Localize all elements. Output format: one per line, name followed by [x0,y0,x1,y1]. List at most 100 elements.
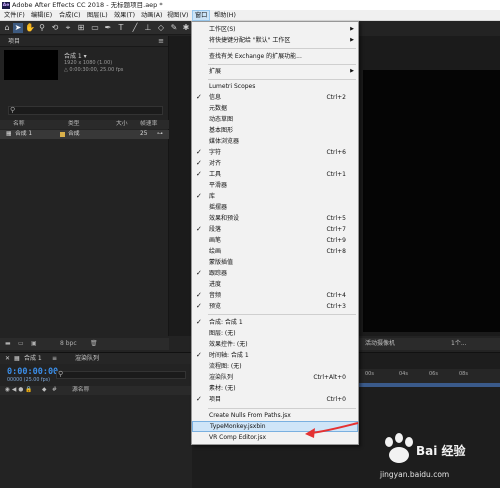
rotate-tool-icon[interactable]: ⟲ [50,23,60,33]
hand-tool-icon[interactable]: ✋ [25,23,35,33]
roto-brush-tool-icon[interactable]: ✎ [169,23,179,33]
ruler-tick: 08s [459,371,468,377]
interpret-footage-icon[interactable]: ▬ [5,338,11,350]
tab-render-queue[interactable]: 渲染队列 [75,353,99,364]
menu-item-tracker[interactable]: ✓ 跟踪器 [192,268,358,279]
menu-item-lumetri-scopes[interactable]: Lumetri Scopes [192,81,358,92]
tab-comp-1[interactable]: 合成 1 [24,353,42,364]
menu-item-find-extensions[interactable]: 查找有关 Exchange 的扩展功能... [192,51,358,62]
brush-tool-icon[interactable]: ╱ [130,23,140,33]
menu-item-align[interactable]: ✓ 对齐 [192,158,358,169]
check-icon: ✓ [196,148,202,156]
rectangle-tool-icon[interactable]: ▭ [90,23,100,33]
timeline-search-input[interactable]: ⚲ [56,370,186,379]
menu-item-project[interactable]: ✓ 项目 Ctrl+0 [192,394,358,405]
menu-item-footage[interactable]: 素材: (无) [192,383,358,394]
menu-item-assign-shortcut[interactable]: 将快捷键分配给 "默认" 工作区 ▶ [192,35,358,46]
menu-effect[interactable]: 效果(T) [112,10,137,21]
menu-item-smoother[interactable]: 平滑器 [192,180,358,191]
clone-stamp-tool-icon[interactable]: ⊥ [143,23,153,33]
comp-name[interactable]: 合成 1 ▾ [64,51,87,60]
zoom-tool-icon[interactable]: ⚲ [37,23,47,33]
menu-item-paint[interactable]: 绘画 Ctrl+8 [192,246,358,257]
project-panel-tab[interactable]: 项目 ≡ [0,36,168,47]
menu-item-mask-interpolation[interactable]: 蒙版插值 [192,257,358,268]
column-size[interactable]: 大小 [116,120,128,129]
menu-item-layer[interactable]: 图层: (无) [192,328,358,339]
camera-tool-icon[interactable]: ⌖ [63,23,73,33]
menu-item-essential-graphics[interactable]: 基本图形 [192,125,358,136]
menu-item-effects-presets[interactable]: 效果和预设 Ctrl+5 [192,213,358,224]
menu-item-flowchart[interactable]: 流程图: (无) [192,361,358,372]
work-area-bar[interactable] [359,383,500,387]
menu-item-composition[interactable]: ✓ 合成: 合成 1 [192,317,358,328]
tools-toolbar: ⌂ ➤ ✋ ⚲ ⟲ ⌖ ⊞ ▭ ✒ T ╱ ⊥ ◇ ✎ ✱ [0,21,192,35]
column-source-name[interactable]: 源名称 [72,386,89,395]
timeline-tabs: ✕ ▦ 合成 1 ≡ 渲染队列 [0,353,192,364]
menu-item-wiggler[interactable]: 摇摆器 [192,202,358,213]
time-ruler[interactable]: 00s 04s 06s 08s [359,369,500,383]
menu-item-paragraph[interactable]: ✓ 段落 Ctrl+7 [192,224,358,235]
comp-duration: △ 0:00:30:00, 25.00 fps [64,67,124,73]
menu-item-audio[interactable]: ✓ 音频 Ctrl+4 [192,290,358,301]
pan-behind-tool-icon[interactable]: ⊞ [76,23,86,33]
menu-item-metadata[interactable]: 元数据 [192,103,358,114]
new-folder-icon[interactable]: ▭ [18,338,24,350]
home-icon[interactable]: ⌂ [2,23,12,33]
after-effects-icon: Ae [2,1,10,9]
project-item-row[interactable]: ▦ 合成 1 合成 25 ⊶ [0,130,169,139]
submenu-arrow-icon: ▶ [350,37,354,43]
menu-item-preview[interactable]: ✓ 预览 Ctrl+3 [192,301,358,312]
menu-item-media-browser[interactable]: 媒体浏览器 [192,136,358,147]
panel-menu-icon[interactable]: ≡ [52,353,57,364]
selection-tool-icon[interactable]: ➤ [13,23,23,33]
menu-help[interactable]: 帮助(H) [212,10,238,21]
pen-tool-icon[interactable]: ✒ [103,23,113,33]
menu-item-character[interactable]: ✓ 字符 Ctrl+6 [192,147,358,158]
composition-viewer[interactable] [363,70,500,332]
column-type[interactable]: 类型 [68,120,80,129]
ruler-tick: 04s [399,371,408,377]
check-icon: ✓ [196,351,202,359]
menu-layer[interactable]: 图层(L) [85,10,110,21]
menu-composition[interactable]: 合成(C) [57,10,83,21]
menu-item-extensions[interactable]: 扩展 ▶ [192,66,358,77]
menu-item-render-queue[interactable]: 渲染队列 Ctrl+Alt+0 [192,372,358,383]
baidu-jingyan-watermark: Bai 经验 jingyan.baidu.com [380,432,495,482]
menu-file[interactable]: 文件(F) [2,10,27,21]
camera-dropdown[interactable]: 活动摄像机 [365,338,395,350]
menu-item-brushes[interactable]: 画笔 Ctrl+9 [192,235,358,246]
menu-window[interactable]: 窗口 [192,10,211,21]
menu-item-tools[interactable]: ✓ 工具 Ctrl+1 [192,169,358,180]
menu-item-workspace[interactable]: 工作区(S) ▶ [192,24,358,35]
menu-item-effect-controls[interactable]: 效果控件: (无) [192,339,358,350]
menu-edit[interactable]: 编辑(E) [29,10,54,21]
views-dropdown[interactable]: 1个... [451,338,467,350]
menu-view[interactable]: 视图(V) [165,10,190,21]
red-annotation-arrow-icon [305,422,359,438]
column-fps[interactable]: 帧速率 [140,120,157,129]
eraser-tool-icon[interactable]: ◇ [156,23,166,33]
new-composition-icon[interactable]: ▣ [31,338,37,350]
bpc-label[interactable]: 8 bpc [60,338,77,350]
menu-item-timeline[interactable]: ✓ 时间轴: 合成 1 [192,350,358,361]
puppet-tool-icon[interactable]: ✱ [181,23,191,33]
watermark-url: jingyan.baidu.com [380,470,450,479]
trash-icon[interactable]: 🗑 [90,338,98,350]
menu-item-info[interactable]: ✓ 信息 Ctrl+2 [192,92,358,103]
type-tool-icon[interactable]: T [116,23,126,33]
panel-menu-icon[interactable]: ≡ [158,36,164,47]
check-icon: ✓ [196,269,202,277]
menu-animation[interactable]: 动画(A) [139,10,164,21]
check-icon: ✓ [196,93,202,101]
label-color-swatch[interactable] [60,132,65,137]
column-name[interactable]: 名称 [13,120,25,129]
menu-item-progress[interactable]: 进度 [192,279,358,290]
current-timecode[interactable]: 0:00:00:00 [7,367,58,377]
menu-separator [208,314,356,315]
close-icon[interactable]: ✕ [5,353,10,364]
project-search-input[interactable]: ⚲ [8,106,163,115]
menu-separator [208,48,356,49]
menu-item-motion-sketch[interactable]: 动态草图 [192,114,358,125]
menu-item-libraries[interactable]: ✓ 库 [192,191,358,202]
